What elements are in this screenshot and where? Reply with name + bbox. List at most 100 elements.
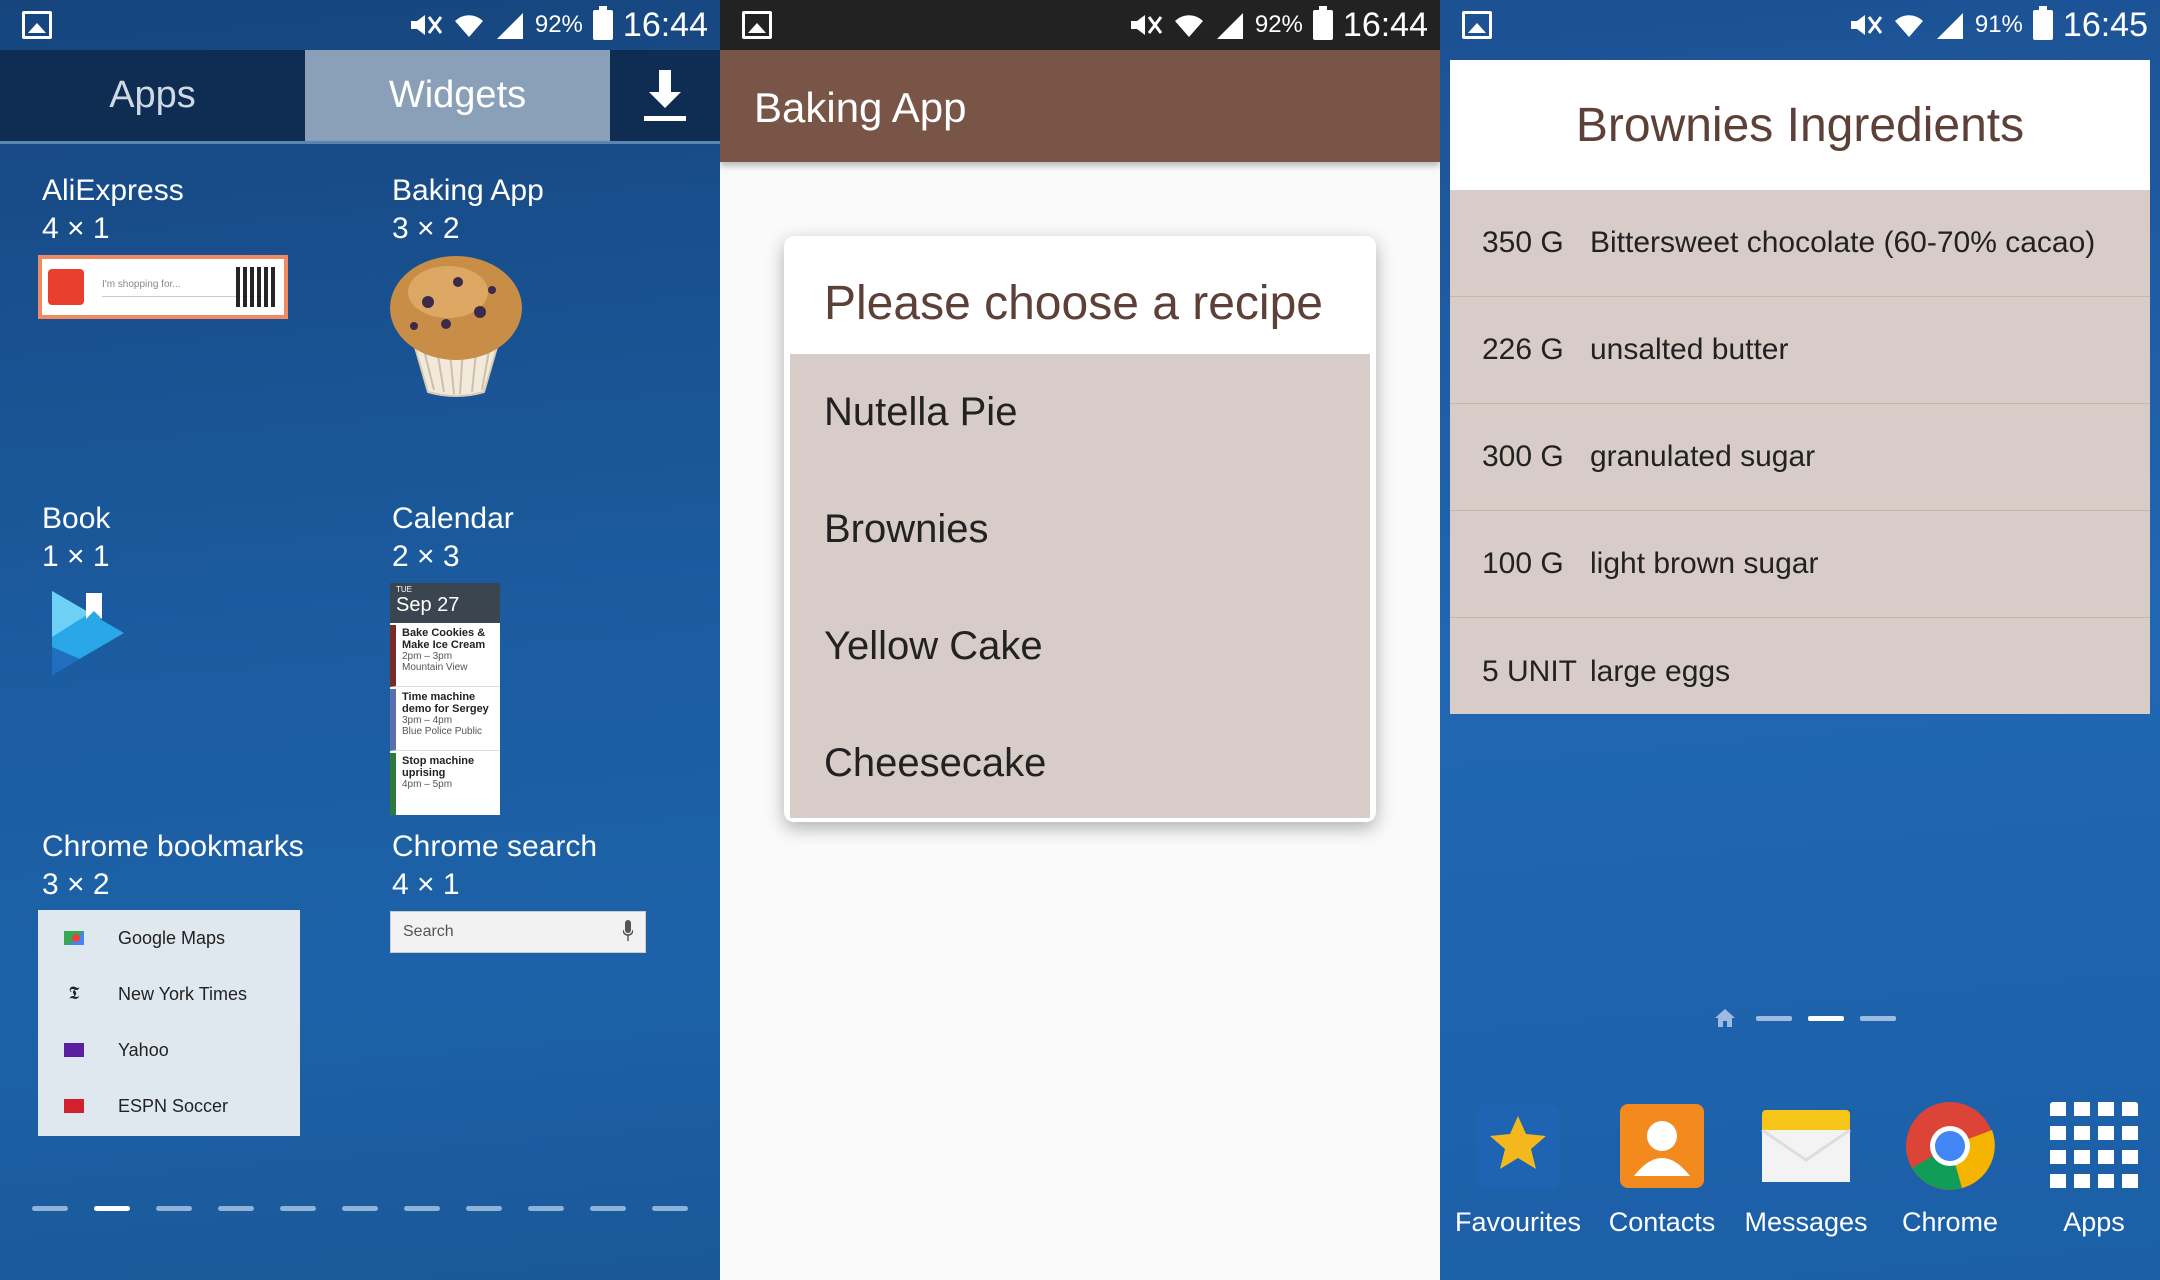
mute-icon [410,15,443,35]
widget-size: 4 × 1 [392,868,460,901]
ingredient-row: 5 UNIT large eggs [1450,618,2150,725]
page-dot-active[interactable] [94,1206,130,1211]
signal-icon [496,13,523,39]
nyt-icon: 𝕿 [68,983,80,1004]
muffin-icon[interactable] [388,252,524,398]
download-button[interactable] [610,50,720,141]
ingredient-name: large eggs [1590,654,1731,688]
ingredient-name: light brown sugar [1590,547,1819,580]
bookmark-item: Google Maps [38,910,300,966]
recipe-prompt: Please choose a recipe [824,277,1323,330]
tab-apps[interactable]: Apps [0,50,305,141]
status-bar: 92% 16:44 [720,0,1440,50]
status-bar: 91% 16:45 [1440,0,2160,50]
ingredient-qty: 300 G [1482,440,1564,473]
ingredient-row: 350 G Bittersweet chocolate (60-70% caca… [1450,190,2150,297]
calendar-day: TUE [396,585,412,594]
dock-item-favourites[interactable]: Favourites [1448,1100,1588,1238]
page-dot[interactable] [280,1206,316,1211]
recipe-item[interactable]: Yellow Cake [790,588,1370,705]
battery-icon [1312,6,1333,40]
ingredient-row: 100 G light brown sugar [1450,511,2150,618]
dock-label: Messages [1744,1207,1868,1237]
bookmark-label: New York Times [118,983,248,1004]
picker-tabs: Apps Widgets [0,50,720,144]
aliexpress-logo-icon [48,269,84,305]
ingredients-widget[interactable]: Brownies Ingredients 350 G Bittersweet c… [1450,60,2150,714]
calendar-date: Sep 27 [396,594,460,616]
page-dot[interactable] [404,1206,440,1211]
widget-size: 1 × 1 [42,540,110,573]
app-title: Baking App [754,84,967,131]
dock-item-chrome[interactable]: Chrome [1880,1100,2020,1238]
mute-icon [1850,15,1883,35]
calendar-header: TUE Sep 27 [390,583,500,623]
dock-item-contacts[interactable]: Contacts [1592,1100,1732,1238]
bookmark-label: Google Maps [118,927,226,948]
baking-app-screen: 92% 16:44 Baking App Please choose a rec… [720,0,1440,1280]
ingredient-name: Bittersweet chocolate (60-70% cacao) [1590,226,2096,259]
wifi-icon [454,15,483,37]
tab-widgets[interactable]: Widgets [305,50,610,141]
home-icon[interactable] [1714,1008,1736,1028]
calendar-preview[interactable]: TUE Sep 27 Bake Cookies & Make Ice Cream… [390,583,500,815]
bookmark-label: Yahoo [118,1039,169,1060]
ingredient-qty: 100 G [1482,547,1564,580]
bookmark-item: Yahoo [38,1022,300,1078]
ingredient-row: 226 G unsalted butter [1450,297,2150,404]
chrome-icon [1906,1102,1995,1190]
page-dot[interactable] [156,1206,192,1211]
wifi-icon [1894,15,1923,37]
dock: Favourites Contacts Messages Chrome Apps [1440,1100,2160,1250]
page-dot[interactable] [32,1206,68,1211]
dock-item-apps[interactable]: Apps [2024,1100,2160,1238]
clock: 16:44 [1342,5,1428,44]
widget-book[interactable]: Book 1 × 1 [42,500,110,576]
page-dot-active[interactable] [1808,1016,1844,1021]
ingredient-qty: 5 UNIT [1482,654,1578,688]
home-page-indicator [1440,1008,2160,1028]
widget-name: Calendar [392,502,514,535]
page-dot[interactable] [652,1206,688,1211]
recipe-item[interactable]: Cheesecake [790,705,1370,822]
search-placeholder: Search [403,923,454,940]
mute-icon [1130,15,1163,35]
chrome-bookmarks-preview[interactable]: Google Maps 𝕿 New York Times Yahoo ESPN … [38,910,300,1136]
ingredient-name: unsalted butter [1590,333,1789,366]
ingredient-qty: 350 G [1482,226,1564,259]
recipe-item[interactable]: Nutella Pie [790,354,1370,471]
page-dot[interactable] [590,1206,626,1211]
wifi-icon [1174,15,1203,37]
page-dot[interactable] [1860,1016,1896,1021]
page-dot[interactable] [466,1206,502,1211]
widget-chrome-bookmarks[interactable]: Chrome bookmarks 3 × 2 [42,828,304,904]
page-dot[interactable] [218,1206,254,1211]
aliexpress-preview[interactable]: I'm shopping for... [38,255,288,319]
play-books-icon[interactable] [46,587,130,679]
home-screen: 91% 16:45 Brownies Ingredients 350 G Bit… [1440,0,2160,1280]
battery-percent: 92% [534,11,583,38]
widget-calendar[interactable]: Calendar 2 × 3 [392,500,514,576]
event-title: Stop machine uprising [402,755,475,779]
envelope-icon [1761,1110,1851,1182]
widget-name: Chrome search [392,830,598,863]
widget-size: 2 × 3 [392,540,460,573]
event-title: Time machine demo for Sergey [402,691,489,715]
dock-item-messages[interactable]: Messages [1736,1100,1876,1238]
page-dot[interactable] [528,1206,564,1211]
espn-icon [64,1099,84,1113]
page-dot[interactable] [1756,1016,1792,1021]
dock-label: Favourites [1454,1207,1582,1237]
widget-baking-app[interactable]: Baking App 3 × 2 [392,172,544,248]
ingredient-row: 300 G granulated sugar [1450,404,2150,511]
event-time: 4pm – 5pm [402,779,453,790]
event-title: Bake Cookies & Make Ice Cream [402,627,486,651]
page-dot[interactable] [342,1206,378,1211]
widget-chrome-search[interactable]: Chrome search 4 × 1 [392,828,597,904]
recipe-item[interactable]: Brownies [790,471,1370,588]
chrome-search-preview[interactable]: Search [390,911,646,953]
status-bar: 92% 16:44 [0,0,720,50]
widget-aliexpress[interactable]: AliExpress 4 × 1 [42,172,184,248]
widget-name: Chrome bookmarks [42,830,304,863]
widget-size: 4 × 1 [42,212,110,245]
